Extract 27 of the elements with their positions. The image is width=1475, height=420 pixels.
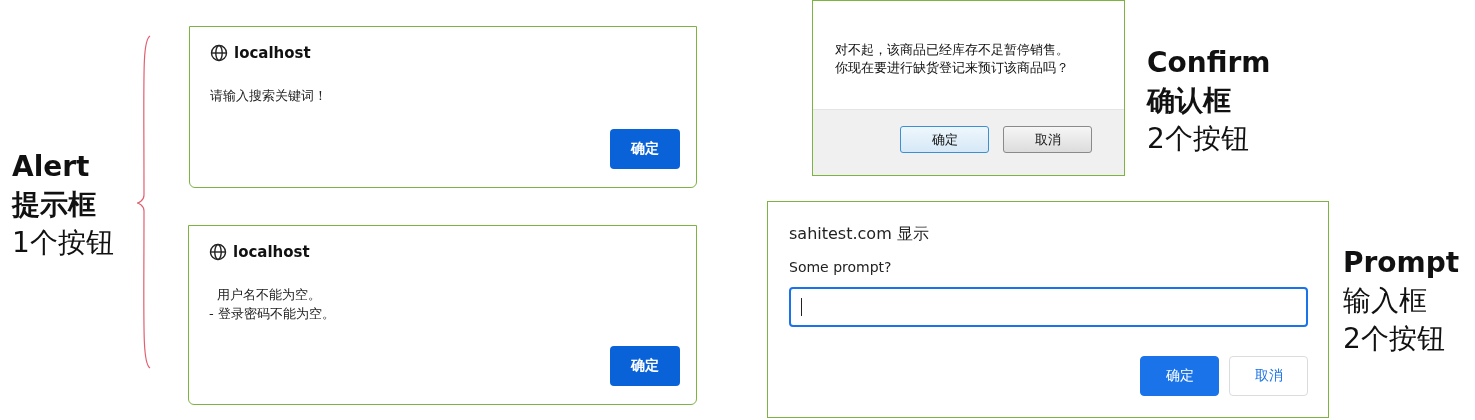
dialog-title: localhost (234, 44, 311, 62)
dialog-message: Some prompt? (789, 259, 893, 275)
ok-button[interactable]: 确定 (900, 126, 989, 153)
cancel-button[interactable]: 取消 (1003, 126, 1092, 153)
dialog-message: - 登录密码不能为空。 (209, 305, 336, 323)
annotation-label: Alert (12, 149, 91, 185)
annotation-label: 2个按钮 (1147, 121, 1250, 157)
annotation-label: Prompt (1343, 245, 1460, 281)
ok-button[interactable]: 确定 (1140, 356, 1219, 396)
dialog-message: 你现在要进行缺货登记来预订该商品吗？ (835, 59, 1070, 77)
annotation-label: Confirm (1147, 45, 1271, 81)
dialog-message: 用户名不能为空。 (216, 286, 323, 304)
annotation-label: 输入框 (1343, 283, 1428, 319)
dialog-title: localhost (233, 243, 310, 261)
dialog-title: sahitest.com 显示 (789, 224, 930, 245)
input-field[interactable] (789, 287, 1308, 327)
annotation-label: 1个按钮 (12, 225, 114, 261)
ok-button[interactable]: 确定 (610, 346, 680, 386)
annotation-label: 确认框 (1147, 83, 1232, 119)
annotation-label: 提示框 (12, 187, 97, 223)
ok-button[interactable]: 确定 (610, 129, 680, 169)
cancel-button[interactable]: 取消 (1229, 356, 1308, 396)
globe-icon (210, 44, 228, 62)
dialog-message: 对不起，该商品已经库存不足暂停销售。 (835, 41, 1070, 59)
globe-icon (209, 243, 227, 261)
annotation-label: 2个按钮 (1343, 321, 1446, 357)
dialog-message: 请输入搜索关键词！ (210, 87, 328, 105)
